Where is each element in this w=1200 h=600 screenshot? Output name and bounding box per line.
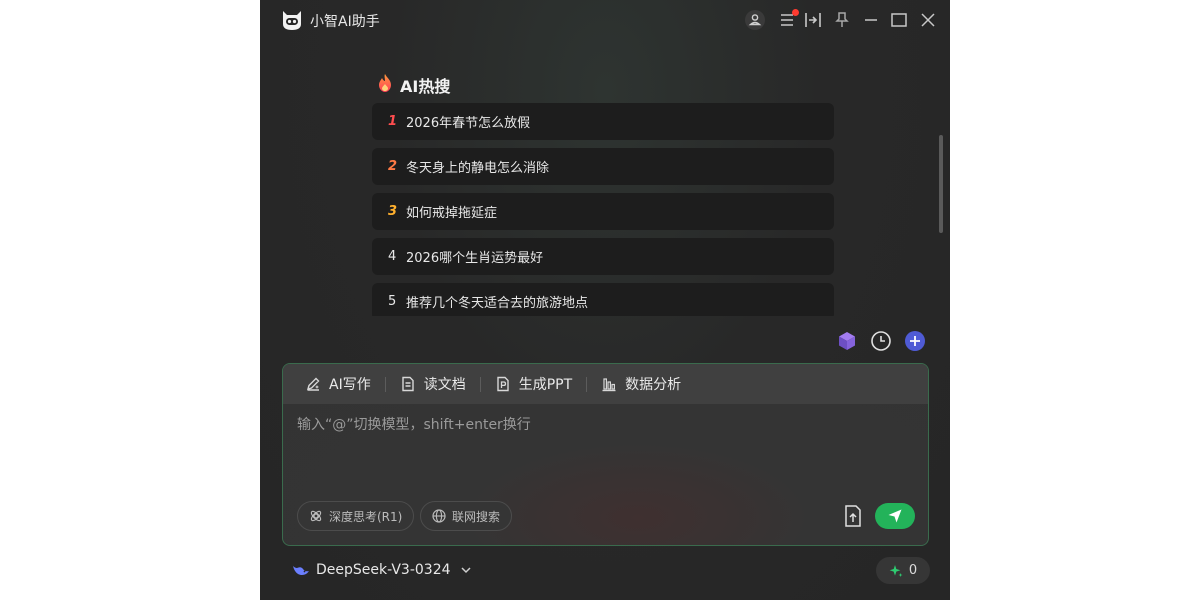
pin-icon[interactable] — [831, 9, 853, 31]
hot-search-rank: 5 — [388, 294, 397, 309]
credits-badge[interactable]: 0 — [876, 557, 930, 584]
tool-divider — [479, 376, 481, 392]
hot-search-item[interactable]: 4 2026哪个生肖运势最好 — [372, 238, 834, 275]
credits-count: 0 — [908, 563, 918, 578]
maximize-icon[interactable] — [888, 9, 910, 31]
data-analysis-button[interactable]: 数据分析 — [601, 374, 681, 394]
hot-search-item[interactable]: 3 如何戒掉拖延症 — [372, 193, 834, 230]
new-chat-plus-icon[interactable] — [904, 330, 926, 352]
chip-label: 联网搜索 — [452, 509, 501, 524]
deep-think-toggle[interactable]: 深度思考(R1) — [297, 501, 415, 531]
hot-search-rank: 4 — [388, 249, 397, 264]
tool-label: 数据分析 — [625, 377, 682, 393]
hot-search-text: 2026年春节怎么放假 — [406, 116, 531, 131]
tool-divider — [384, 376, 386, 392]
read-document-button[interactable]: 读文档 — [400, 374, 466, 394]
composer: AI写作 读文档 生成PPT 数据分析 输入“@”切换模型，shift+ente… — [282, 363, 929, 546]
tool-divider — [586, 376, 588, 392]
upload-file-icon[interactable] — [842, 504, 864, 528]
hot-search-rank: 2 — [388, 159, 398, 174]
side-dock-icon[interactable] — [802, 9, 824, 31]
robot-logo-icon — [279, 8, 305, 32]
chevron-down-icon — [460, 567, 471, 574]
message-input[interactable]: 输入“@”切换模型，shift+enter换行 — [297, 414, 897, 434]
history-clock-icon[interactable] — [870, 330, 892, 352]
web-search-toggle[interactable]: 联网搜索 — [420, 501, 513, 531]
model-selector[interactable]: DeepSeek-V3-0324 — [292, 562, 473, 578]
hot-search-item[interactable]: 5 推荐几个冬天适合去的旅游地点 — [372, 283, 834, 316]
hot-search-text: 推荐几个冬天适合去的旅游地点 — [406, 296, 589, 311]
tool-label: 读文档 — [423, 377, 466, 393]
hot-search-text: 如何戒掉拖延症 — [406, 206, 498, 221]
notification-dot — [792, 9, 799, 16]
generate-ppt-button[interactable]: 生成PPT — [495, 374, 572, 394]
hot-search-rank: 3 — [388, 204, 398, 219]
model-name: DeepSeek-V3-0324 — [316, 562, 451, 578]
deep-think-icon — [310, 510, 322, 522]
ppt-icon — [497, 376, 509, 392]
document-icon — [402, 376, 414, 392]
hot-search-item[interactable]: 2 冬天身上的静电怎么消除 — [372, 148, 834, 185]
hot-search-rank: 1 — [388, 114, 398, 129]
user-account-icon[interactable] — [744, 9, 766, 31]
tool-label: 生成PPT — [518, 377, 573, 393]
tool-label: AI写作 — [329, 377, 371, 393]
assistant-window: 小智AI助手 AI热搜 1 2026年春节怎么放假 2 冬天身上的静电怎么消除 … — [260, 0, 950, 600]
scrollbar-thumb[interactable] — [939, 135, 943, 233]
pen-icon — [306, 377, 320, 391]
globe-icon — [432, 509, 446, 523]
sparkle-icon — [889, 564, 903, 577]
hot-search-header: AI热搜 — [376, 73, 450, 97]
app-title: 小智AI助手 — [310, 14, 380, 30]
deepseek-whale-icon — [293, 566, 309, 576]
menu-icon[interactable] — [777, 9, 799, 31]
hot-search-title: AI热搜 — [400, 77, 451, 96]
chip-label: 深度思考(R1) — [329, 509, 403, 524]
cube-icon[interactable] — [836, 330, 858, 352]
flame-icon — [376, 73, 394, 97]
send-icon — [888, 509, 902, 523]
ai-writing-button[interactable]: AI写作 — [305, 374, 371, 394]
hot-search-list: 1 2026年春节怎么放假 2 冬天身上的静电怎么消除 3 如何戒掉拖延症 4 … — [372, 103, 834, 316]
minimize-icon[interactable] — [860, 9, 882, 31]
close-icon[interactable] — [917, 9, 939, 31]
hot-search-text: 冬天身上的静电怎么消除 — [406, 161, 550, 176]
hot-search-text: 2026哪个生肖运势最好 — [406, 251, 544, 266]
title-bar: 小智AI助手 — [260, 0, 950, 40]
bar-chart-icon — [602, 378, 616, 392]
tool-bar: AI写作 读文档 生成PPT 数据分析 — [283, 364, 928, 404]
send-button[interactable] — [875, 503, 915, 529]
hot-search-item[interactable]: 1 2026年春节怎么放假 — [372, 103, 834, 140]
